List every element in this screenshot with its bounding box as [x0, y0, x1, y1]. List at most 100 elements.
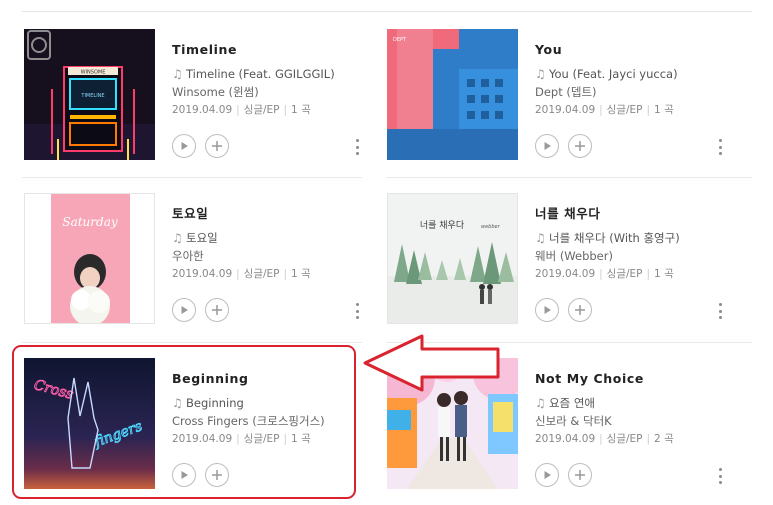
play-button[interactable] [172, 134, 196, 158]
artist-name[interactable]: Winsome (윈썸) [172, 83, 362, 101]
track-title: You (Feat. Jayci yucca) [549, 67, 678, 81]
play-icon [544, 306, 551, 314]
row-divider [386, 177, 752, 178]
album-meta: 2019.04.09 | 싱글/EP | 1 곡 [535, 268, 674, 280]
action-buttons [535, 298, 592, 322]
album-info: Not My Choice ♫ 요즘 연애 신보라 & 닥터K 2019.04.0… [535, 370, 725, 448]
album-type: 싱글/EP [243, 104, 280, 116]
add-button[interactable] [205, 134, 229, 158]
album-cover[interactable]: Saturday [24, 193, 155, 324]
highlight-box [12, 345, 356, 499]
album-card: WINSOME TIMELINE Timeline ♫ Timeline (Fea… [24, 29, 364, 169]
album-type: 싱글/EP [606, 433, 643, 445]
release-date: 2019.04.09 [172, 268, 233, 280]
album-card: DEPT You ♫ You (Feat. Jayci yucca) Dept (… [387, 29, 727, 169]
album-meta: 2019.04.09 | 싱글/EP | 1 곡 [535, 104, 674, 116]
album-info: 토요일 ♫ 토요일 우아한 2019.04.09 | 싱글/EP | 1 곡 [172, 205, 362, 283]
play-icon [181, 306, 188, 314]
cover-label: webber [481, 224, 501, 230]
play-button[interactable] [172, 298, 196, 322]
add-button[interactable] [568, 134, 592, 158]
add-button[interactable] [205, 298, 229, 322]
more-options-button[interactable] [718, 139, 722, 155]
album-info: 너를 채우다 ♫ 너를 채우다 (With 홍영구) 웨버 (Webber) 20… [535, 205, 725, 283]
more-options-button[interactable] [355, 139, 359, 155]
artist-name[interactable]: 웨버 (Webber) [535, 247, 725, 265]
play-button[interactable] [535, 463, 559, 487]
album-cover[interactable]: DEPT [387, 29, 518, 160]
play-icon [544, 471, 551, 479]
track-count: 1 곡 [654, 268, 674, 280]
more-options-button[interactable] [355, 303, 359, 319]
action-buttons [172, 298, 229, 322]
music-note-icon: ♫ [535, 67, 546, 81]
play-button[interactable] [535, 134, 559, 158]
plus-icon [575, 141, 585, 151]
album-card: Saturday 토요일 ♫ 토요일 우아한 2019.04.09 | 싱글/EP | 1… [24, 193, 364, 333]
arrow-left-icon [363, 334, 500, 392]
cover-label: DEPT [393, 37, 407, 43]
action-buttons [535, 134, 592, 158]
plus-icon [212, 305, 222, 315]
cover-label: 너를 채우다 [420, 220, 465, 231]
artist-name[interactable]: 신보라 & 닥터K [535, 412, 725, 430]
release-date: 2019.04.09 [535, 104, 596, 116]
track-title: 토요일 [186, 231, 218, 245]
row-divider [22, 342, 362, 343]
album-title[interactable]: Timeline [172, 41, 362, 59]
track-count: 1 곡 [654, 104, 674, 116]
track-count: 1 곡 [291, 104, 311, 116]
release-date: 2019.04.09 [535, 268, 596, 280]
album-cover[interactable]: 너를 채우다 webber [387, 193, 518, 324]
release-date: 2019.04.09 [172, 104, 233, 116]
release-date: 2019.04.09 [535, 433, 596, 445]
cover-label: Saturday [62, 215, 117, 229]
album-meta: 2019.04.09 | 싱글/EP | 1 곡 [172, 268, 311, 280]
track-title: 너를 채우다 (With 홍영구) [549, 231, 680, 245]
album-title[interactable]: 토요일 [172, 205, 362, 223]
album-info: Timeline ♫ Timeline (Feat. GGILGGIL) Wins… [172, 41, 362, 119]
music-note-icon: ♫ [172, 67, 183, 81]
play-button[interactable] [535, 298, 559, 322]
track-line[interactable]: ♫ Timeline (Feat. GGILGGIL) [172, 65, 362, 83]
album-title[interactable]: Not My Choice [535, 370, 725, 388]
album-type: 싱글/EP [243, 268, 280, 280]
action-buttons [172, 134, 229, 158]
artist-name[interactable]: 우아한 [172, 247, 362, 265]
play-icon [181, 142, 188, 150]
plus-icon [575, 470, 585, 480]
music-note-icon: ♫ [535, 231, 546, 245]
track-line[interactable]: ♫ 너를 채우다 (With 홍영구) [535, 229, 725, 247]
album-cover[interactable]: WINSOME TIMELINE [24, 29, 155, 160]
album-type: 싱글/EP [606, 268, 643, 280]
top-divider [22, 11, 752, 12]
album-meta: 2019.04.09 | 싱글/EP | 1 곡 [172, 104, 311, 116]
more-options-button[interactable] [718, 468, 722, 484]
album-title[interactable]: You [535, 41, 725, 59]
action-buttons [535, 463, 592, 487]
plus-icon [575, 305, 585, 315]
add-button[interactable] [568, 463, 592, 487]
track-line[interactable]: ♫ 토요일 [172, 229, 362, 247]
cover-label: TIMELINE [80, 93, 104, 99]
track-line[interactable]: ♫ You (Feat. Jayci yucca) [535, 65, 725, 83]
track-title: 요즘 연애 [549, 396, 595, 410]
album-type: 싱글/EP [606, 104, 643, 116]
album-card: 너를 채우다 webber 너를 채우다 ♫ 너를 채우다 (With 홍영구) … [387, 193, 727, 333]
album-title[interactable]: 너를 채우다 [535, 205, 725, 223]
play-icon [544, 142, 551, 150]
add-button[interactable] [568, 298, 592, 322]
track-line[interactable]: ♫ 요즘 연애 [535, 394, 725, 412]
track-count: 1 곡 [291, 268, 311, 280]
row-divider [22, 177, 362, 178]
track-count: 2 곡 [654, 433, 674, 445]
cover-label: WINSOME [81, 70, 106, 76]
more-options-button[interactable] [718, 303, 722, 319]
music-note-icon: ♫ [535, 396, 546, 410]
music-note-icon: ♫ [172, 231, 183, 245]
album-meta: 2019.04.09 | 싱글/EP | 2 곡 [535, 433, 674, 445]
track-title: Timeline (Feat. GGILGGIL) [186, 67, 335, 81]
artist-name[interactable]: Dept (뎁트) [535, 83, 725, 101]
plus-icon [212, 141, 222, 151]
album-info: You ♫ You (Feat. Jayci yucca) Dept (뎁트) 2… [535, 41, 725, 119]
